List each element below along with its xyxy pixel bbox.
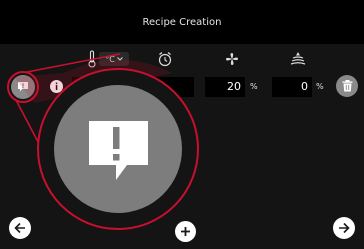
trash-icon xyxy=(342,80,352,92)
temperature-unit-value: °C xyxy=(105,54,115,64)
fan-speed-value: 20 xyxy=(227,80,241,93)
zoom-button-fill xyxy=(54,85,182,213)
title-bar: Recipe Creation xyxy=(0,0,364,44)
callout-line-bottom xyxy=(15,99,79,219)
page-title: Recipe Creation xyxy=(142,16,222,28)
humidity-value: 0 xyxy=(301,80,308,93)
forward-button[interactable] xyxy=(333,217,355,239)
temperature-unit-select[interactable]: °C xyxy=(99,52,129,66)
temperature-input[interactable] xyxy=(72,77,194,97)
comment-alert-icon xyxy=(18,82,28,92)
fan-speed-input[interactable]: 20 xyxy=(205,77,245,97)
comment-button[interactable] xyxy=(11,75,35,99)
humidity-unit: % xyxy=(316,82,324,91)
forward-arrow-icon xyxy=(339,222,350,234)
info-icon xyxy=(55,82,58,90)
timer-icon xyxy=(158,52,172,67)
chevron-down-icon xyxy=(116,57,123,61)
humidity-icon xyxy=(290,52,306,65)
back-arrow-icon xyxy=(14,222,25,234)
delete-step-button[interactable] xyxy=(336,75,358,97)
info-button[interactable] xyxy=(50,80,63,93)
humidity-input[interactable]: 0 xyxy=(272,77,312,97)
add-icon xyxy=(181,227,190,236)
column-header: °C xyxy=(0,46,364,72)
fan-icon xyxy=(226,53,238,65)
back-button[interactable] xyxy=(9,217,31,239)
zoom-comment-alert-icon xyxy=(89,121,148,180)
fan-speed-unit: % xyxy=(250,82,258,91)
thermometer-icon xyxy=(88,50,96,68)
add-step-button[interactable] xyxy=(175,221,196,242)
